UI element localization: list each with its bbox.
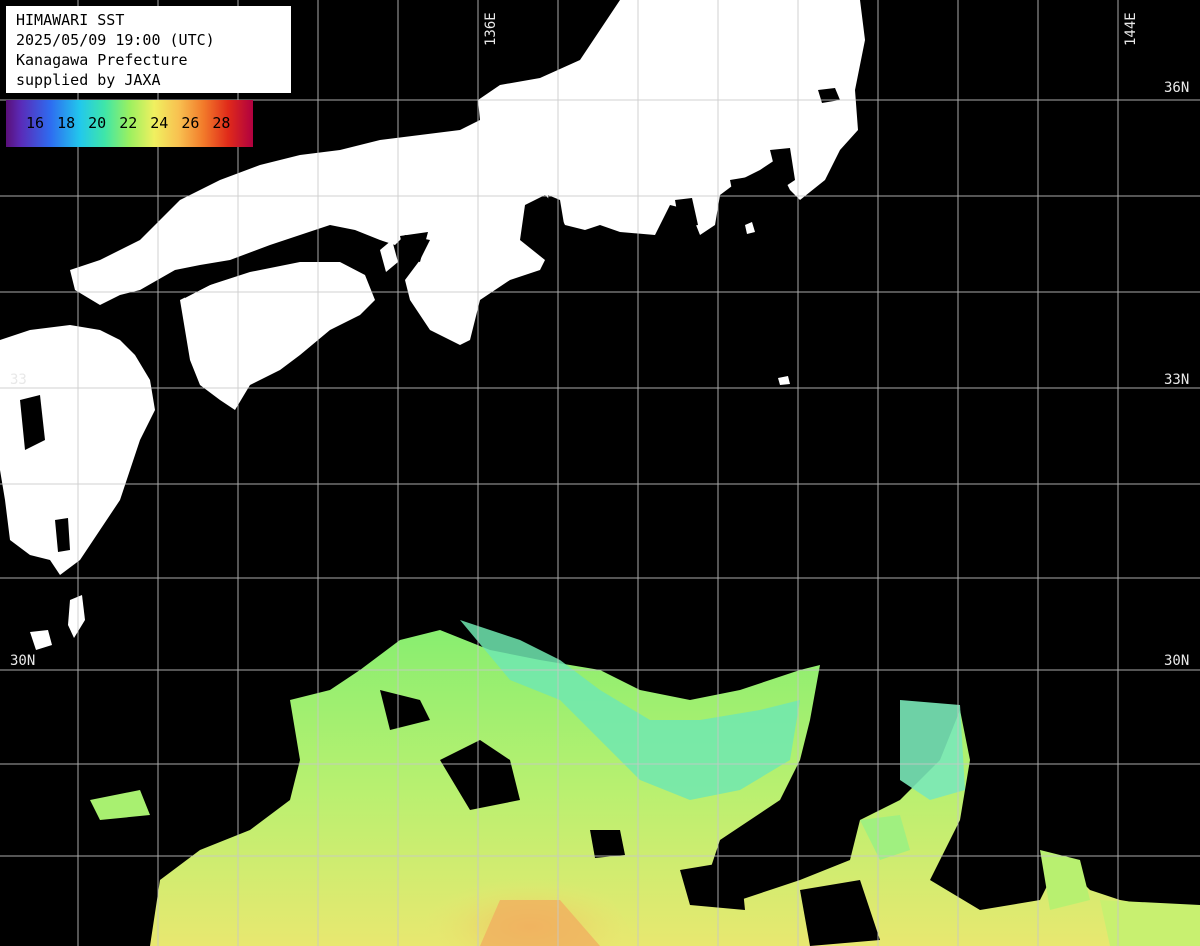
sagami-bay <box>730 175 762 205</box>
legend-tick: 24 <box>150 114 169 132</box>
temperature-color-legend: 16 18 20 22 24 26 28 <box>6 100 253 147</box>
legend-tick: 18 <box>57 114 76 132</box>
sst-small-patch-4 <box>1100 900 1200 946</box>
lat-label-30n-left: 30N <box>10 653 36 669</box>
legend-tick-labels: 16 18 20 22 24 26 28 <box>26 114 243 132</box>
legend-tick: 28 <box>212 114 231 132</box>
lat-label-36n-right: 36N <box>1164 80 1190 96</box>
region-name: Kanagawa Prefecture <box>16 51 188 69</box>
legend-tick: 22 <box>119 114 138 132</box>
legend-tick: 26 <box>181 114 200 132</box>
lat-label-33n-right: 33N <box>1164 372 1190 388</box>
observation-datetime: 2025/05/09 19:00 (UTC) <box>16 31 215 49</box>
data-source-credit: supplied by JAXA <box>16 71 161 89</box>
legend-tick: 20 <box>88 114 107 132</box>
lon-label-136e: 136E <box>483 12 499 46</box>
product-title: HIMAWARI SST <box>16 11 125 29</box>
no-data-hole-3 <box>590 830 625 858</box>
sst-east-patch <box>900 700 965 800</box>
lon-label-144e: 144E <box>1123 12 1139 46</box>
legend-tick: 16 <box>26 114 45 132</box>
lat-label-33-left: 33 <box>10 372 27 388</box>
lat-label-30n-right: 30N <box>1164 653 1190 669</box>
info-panel: HIMAWARI SST 2025/05/09 19:00 (UTC) Kana… <box>6 6 291 93</box>
